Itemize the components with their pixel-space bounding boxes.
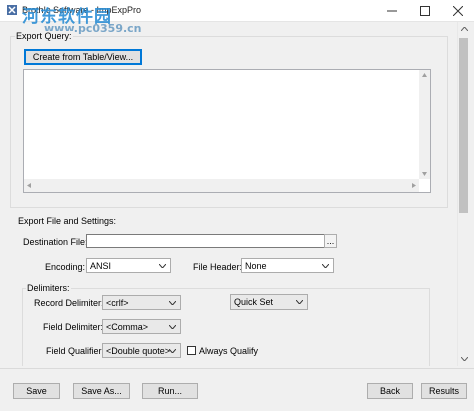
run-button[interactable]: Run... <box>142 383 198 399</box>
scroll-left-icon <box>27 183 31 188</box>
title-bar: Broth!c Software - ImpExpPro 河东软件园 <box>0 0 474 27</box>
file-header-select[interactable]: None <box>241 258 334 273</box>
scroll-up-icon <box>422 73 427 77</box>
file-header-value: None <box>245 260 267 271</box>
chevron-down-icon <box>169 348 176 353</box>
maximize-button[interactable] <box>408 0 441 21</box>
always-qualify-label: Always Qualify <box>199 346 259 356</box>
field-qualifier-select[interactable]: <Double quote> <box>102 343 181 358</box>
create-from-table-button[interactable]: Create from Table/View... <box>24 49 142 65</box>
chevron-down-icon <box>169 300 176 305</box>
save-button[interactable]: Save <box>13 383 60 399</box>
chevron-down-icon <box>296 300 303 304</box>
minimize-button[interactable] <box>375 0 408 21</box>
file-header-label: File Header: <box>193 262 243 272</box>
encoding-value: ANSI <box>90 260 112 271</box>
main-vscroll-thumb[interactable] <box>459 38 468 213</box>
record-delimiter-label: Record Delimiter: <box>34 298 104 308</box>
maximize-icon <box>419 5 430 16</box>
save-as-button[interactable]: Save As... <box>73 383 130 399</box>
scroll-down-icon <box>422 172 427 176</box>
export-query-legend: Export Query: <box>15 31 73 41</box>
browse-button[interactable]: ... <box>324 234 337 248</box>
scroll-down-icon <box>461 357 468 361</box>
record-delimiter-select[interactable]: <crlf> <box>102 295 181 310</box>
close-button[interactable] <box>441 0 474 21</box>
field-delimiter-label: Field Delimiter: <box>43 322 104 332</box>
chevron-down-icon <box>169 324 176 329</box>
scroll-right-icon <box>412 183 416 188</box>
field-delimiter-value: <Comma> <box>106 321 149 332</box>
back-button[interactable]: Back <box>367 383 413 399</box>
always-qualify-checkbox[interactable] <box>187 346 196 355</box>
destination-file-label: Destination File: <box>23 237 88 247</box>
results-button[interactable]: Results <box>421 383 467 399</box>
export-file-legend: Export File and Settings: <box>18 216 117 226</box>
close-icon <box>452 5 463 16</box>
scroll-up-icon <box>461 27 468 31</box>
settings-panel: Export Query: Create from Table/View... … <box>3 22 457 366</box>
record-delimiter-value: <crlf> <box>106 297 129 308</box>
query-vscroll[interactable] <box>419 70 430 179</box>
chevron-down-icon <box>159 263 166 268</box>
field-qualifier-value: <Double quote> <box>106 345 171 356</box>
field-delimiter-select[interactable]: <Comma> <box>102 319 181 334</box>
query-editor[interactable] <box>23 69 431 193</box>
app-icon <box>7 5 17 15</box>
encoding-label: Encoding: <box>45 262 86 272</box>
field-qualifier-label: Field Qualifier: <box>46 346 105 356</box>
quick-set-select[interactable]: Quick Set <box>230 294 308 310</box>
encoding-select[interactable]: ANSI <box>86 258 171 273</box>
destination-file-input[interactable] <box>86 234 325 248</box>
query-hscroll[interactable] <box>24 179 419 192</box>
quick-set-value: Quick Set <box>234 297 274 307</box>
delimiters-legend: Delimiters: <box>26 283 71 293</box>
chevron-down-icon <box>322 263 329 268</box>
minimize-icon <box>386 10 397 11</box>
